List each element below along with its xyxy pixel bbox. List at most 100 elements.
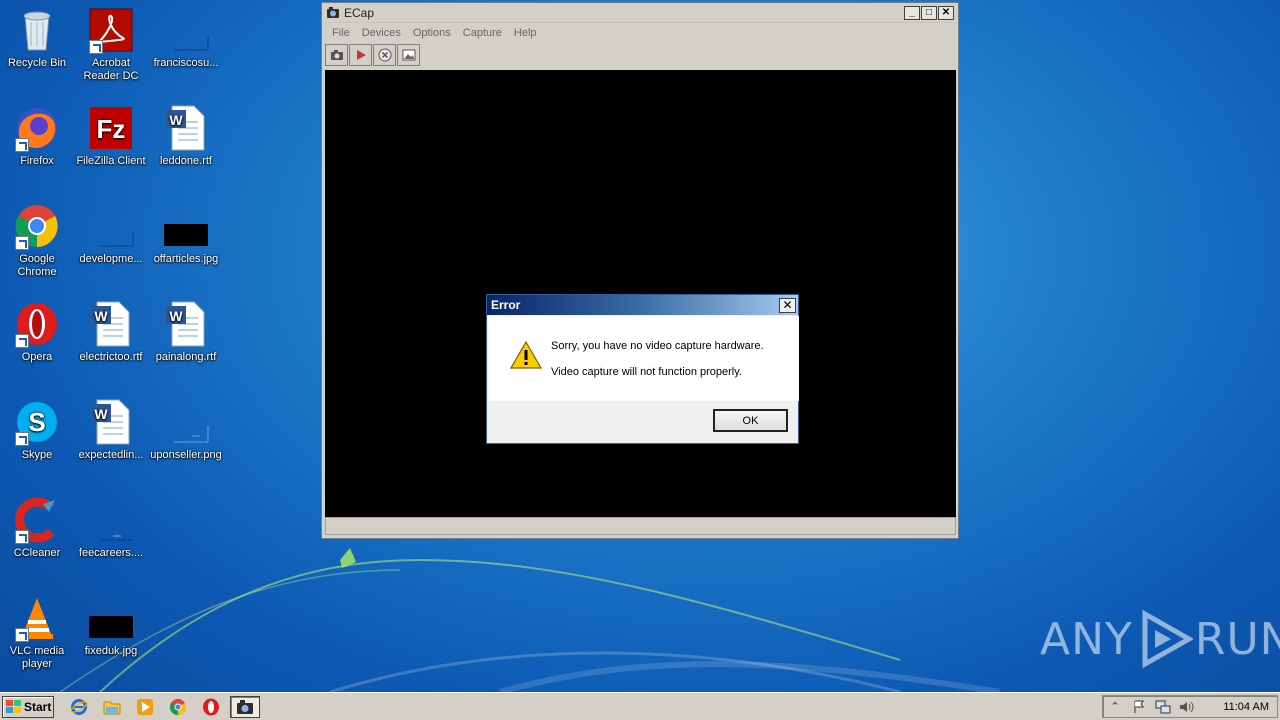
media-player-button[interactable] (134, 696, 156, 718)
svg-text:W: W (169, 308, 183, 324)
ecap-statusbar (325, 517, 956, 535)
chevron-up-icon[interactable]: ⌃ (1107, 699, 1123, 715)
desktop-icon-recycle-bin[interactable]: Recycle Bin (0, 6, 74, 70)
ecap-toolbar (322, 43, 958, 67)
skype-icon: S (13, 398, 61, 446)
svg-text:W: W (94, 308, 108, 324)
error-dialog[interactable]: Error ✕ Sorry, you have no video capture… (486, 294, 799, 444)
acrobat-icon (87, 6, 135, 54)
start-button[interactable]: Start (2, 695, 54, 718)
error-dialog-body: Sorry, you have no video capture hardwar… (488, 316, 799, 401)
error-dialog-title: Error (491, 298, 521, 312)
desktop-icon-ccleaner[interactable]: CCleaner (0, 496, 74, 560)
camera-button[interactable] (325, 44, 348, 66)
watermark-left-text: ANY (1040, 613, 1133, 665)
explorer-button[interactable] (101, 696, 123, 718)
word-doc-icon: W (87, 300, 135, 348)
image-button[interactable] (397, 44, 420, 66)
image-icon (402, 49, 415, 61)
maximize-button[interactable]: □ (921, 5, 937, 20)
desktop-icon-label: Opera (21, 351, 53, 363)
windows-logo-icon (6, 699, 21, 713)
word-doc-icon: W (162, 300, 210, 348)
menu-devices[interactable]: Devices (356, 27, 407, 39)
desktop-icon-label: Acrobat Reader DC (83, 57, 139, 82)
menu-options[interactable]: Options (407, 27, 457, 39)
desktop-icon-label: Google Chrome (17, 253, 57, 278)
taskbar-ecap-button[interactable] (230, 695, 260, 718)
filezilla-icon: Fz (87, 104, 135, 152)
warning-icon (510, 340, 542, 369)
svg-text:S: S (28, 407, 45, 437)
menu-capture[interactable]: Capture (457, 27, 508, 39)
ie-icon (70, 698, 88, 715)
desktop-icon-filezilla[interactable]: Fz FileZilla Client (74, 104, 148, 168)
desktop-icon-vlc[interactable]: VLC media player (0, 594, 74, 671)
svg-text:W: W (169, 112, 183, 128)
desktop-icon-acrobat[interactable]: Acrobat Reader DC (74, 6, 148, 83)
volume-icon[interactable] (1179, 699, 1195, 715)
chrome-icon (169, 698, 187, 715)
menu-file[interactable]: File (326, 27, 356, 39)
image-black-icon (87, 594, 135, 642)
desktop-icon-electrictoo[interactable]: W electrictoo.rtf (74, 300, 148, 364)
ccleaner-icon (13, 496, 61, 544)
ok-button[interactable]: OK (713, 409, 788, 432)
firefox-icon (13, 104, 61, 152)
taskbar: Start ⌃ 11:04 AM (0, 692, 1280, 720)
ie-button[interactable] (68, 696, 90, 718)
desktop-icon-label: expectedlin... (78, 449, 144, 461)
image-black-icon (162, 202, 210, 250)
chrome-icon (13, 202, 61, 250)
media-player-icon (137, 698, 153, 715)
desktop-icon-label: Skype (21, 449, 53, 461)
close-button[interactable]: ✕ (938, 5, 954, 20)
error-dialog-titlebar[interactable]: Error ✕ (487, 295, 798, 315)
desktop-icon-label: franciscosu... (153, 57, 219, 69)
ecap-titlebar[interactable]: ECap _ □ ✕ (322, 3, 958, 23)
play-button[interactable] (349, 44, 372, 66)
flag-icon[interactable] (1131, 699, 1147, 715)
explorer-icon (103, 701, 121, 714)
error-message-line2: Video capture will not function properly… (551, 366, 742, 378)
ecap-window[interactable]: ECap _ □ ✕ File Devices Options Capture … (321, 2, 959, 539)
desktop-icon-label: fixeduk.jpg (84, 645, 138, 657)
camera-icon (330, 50, 343, 60)
desktop-icon-chrome[interactable]: Google Chrome (0, 202, 74, 279)
stop-button[interactable] (373, 44, 396, 66)
network-icon[interactable] (1155, 699, 1171, 715)
opera-icon (203, 698, 219, 715)
svg-text:W: W (94, 406, 108, 422)
desktop-icon-opera[interactable]: Opera (0, 300, 74, 364)
chrome-button[interactable] (167, 696, 189, 718)
desktop-icon-label: electrictoo.rtf (79, 351, 143, 363)
desktop-icon-painalong[interactable]: W painalong.rtf (149, 300, 223, 364)
word-doc-icon: W (87, 398, 135, 446)
desktop-icon-franciscosu[interactable]: franciscosu... (149, 6, 223, 70)
minimize-button[interactable]: _ (904, 5, 920, 20)
desktop-icon-leddone[interactable]: W leddone.rtf (149, 104, 223, 168)
desktop-icon-label: Firefox (20, 155, 54, 167)
ecap-menubar: File Devices Options Capture Help (322, 23, 958, 43)
desktop-icon-fixeduk[interactable]: fixeduk.jpg (74, 594, 148, 658)
desktop-icon-label: feecareers.... (78, 547, 144, 559)
blank-file-icon (162, 398, 210, 446)
desktop-icon-firefox[interactable]: Firefox (0, 104, 74, 168)
desktop-icon-expectedlin[interactable]: W expectedlin... (74, 398, 148, 462)
desktop-icon-skype[interactable]: S Skype (0, 398, 74, 462)
desktop-icon-uponseller[interactable]: uponseller.png (149, 398, 223, 462)
play-triangle-logo-icon (1142, 610, 1193, 668)
play-icon (356, 50, 366, 60)
opera-button[interactable] (200, 696, 222, 718)
error-dialog-close-button[interactable]: ✕ (779, 297, 796, 313)
blank-file-icon (87, 496, 135, 544)
desktop-icon-developme[interactable]: developme... (74, 202, 148, 266)
desktop-icon-label: FileZilla Client (76, 155, 146, 167)
menu-help[interactable]: Help (508, 27, 543, 39)
desktop-icon-offarticles[interactable]: offarticles.jpg (149, 202, 223, 266)
blank-file-icon (87, 202, 135, 250)
desktop-icon-feecareers[interactable]: feecareers.... (74, 496, 148, 560)
ecap-app-icon (327, 6, 339, 18)
vlc-icon (13, 594, 61, 642)
clock[interactable]: 11:04 AM (1223, 701, 1269, 713)
